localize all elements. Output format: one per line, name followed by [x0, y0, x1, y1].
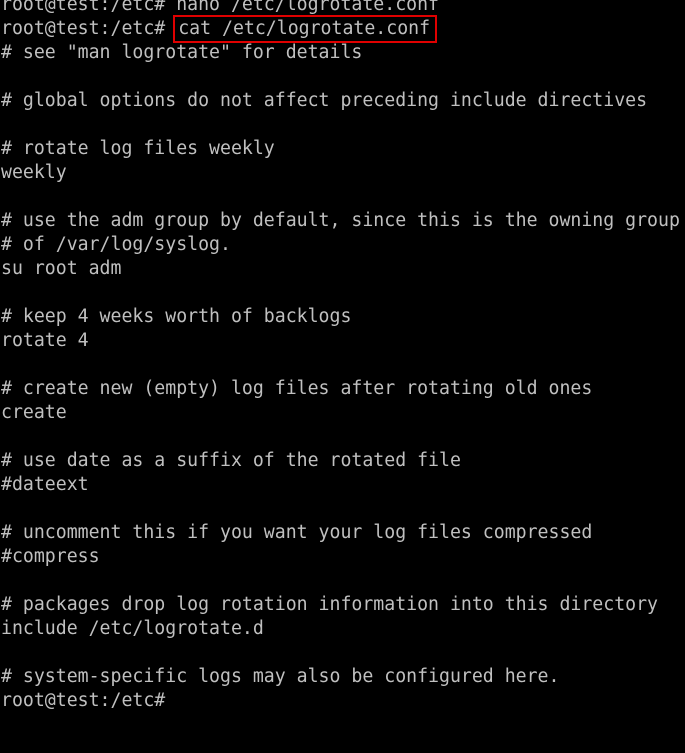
output-line: # of /var/log/syslog.: [1, 234, 231, 255]
output-line: create: [1, 402, 67, 423]
shell-prompt: root@test:/etc#: [1, 18, 177, 39]
output-line: # use date as a suffix of the rotated fi…: [1, 450, 461, 471]
terminal-output: root@test:/etc# nano /etc/logrotate.conf…: [1, 0, 680, 713]
output-line: #dateext: [1, 474, 89, 495]
output-line: # keep 4 weeks worth of backlogs: [1, 306, 352, 327]
output-line: su root adm: [1, 258, 122, 279]
previous-command-line: root@test:/etc# nano /etc/logrotate.conf: [1, 0, 680, 17]
output-line: # create new (empty) log files after rot…: [1, 378, 593, 399]
output-line: # see "man logrotate" for details: [1, 42, 363, 63]
highlighted-command: cat /etc/logrotate.conf: [173, 15, 438, 43]
terminal-window[interactable]: root@test:/etc# nano /etc/logrotate.conf…: [0, 0, 685, 753]
output-line: # global options do not affect preceding…: [1, 90, 648, 111]
output-line: # packages drop log rotation information…: [1, 594, 658, 615]
output-line: # use the adm group by default, since th…: [1, 210, 680, 231]
shell-prompt: root@test:/etc#: [1, 0, 177, 15]
final-prompt-line[interactable]: root@test:/etc#: [1, 689, 680, 713]
output-line: # uncomment this if you want your log fi…: [1, 522, 593, 543]
output-line: #compress: [1, 546, 100, 567]
previous-command-text: nano /etc/logrotate.conf: [176, 0, 439, 15]
output-line: rotate 4: [1, 330, 89, 351]
current-command-line: root@test:/etc# cat /etc/logrotate.conf: [1, 15, 680, 43]
output-line: weekly: [1, 162, 67, 183]
shell-prompt: root@test:/etc#: [1, 690, 177, 711]
output-line: # rotate log files weekly: [1, 138, 275, 159]
output-line: # system-specific logs may also be confi…: [1, 666, 560, 687]
output-line: include /etc/logrotate.d: [1, 618, 264, 639]
